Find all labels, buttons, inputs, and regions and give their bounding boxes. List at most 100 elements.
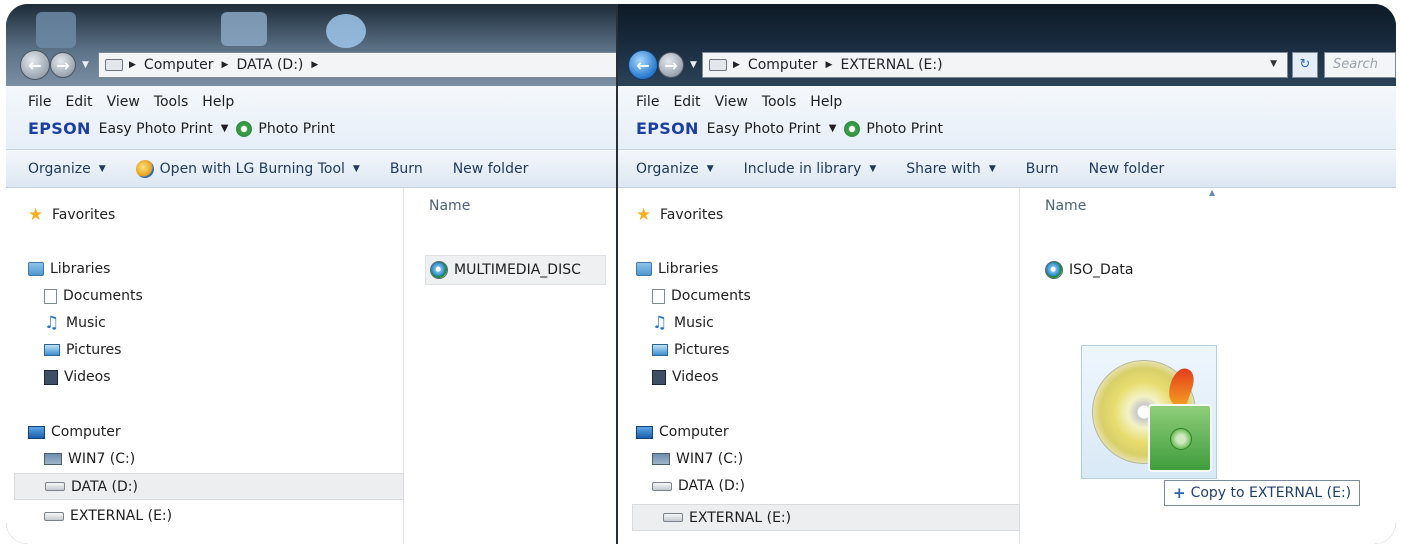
explorer-window-right: ← → ▼ ▶ Computer ▶ EXTERNAL (E:) ▼ ↻ Sea… (618, 4, 1396, 544)
breadcrumb-item[interactable]: EXTERNAL (E:) (840, 57, 942, 73)
nav-documents[interactable]: Documents (44, 288, 143, 304)
menu-tools[interactable]: Tools (762, 94, 797, 110)
nav-label: Libraries (658, 261, 719, 277)
organize-button[interactable]: Organize ▼ (636, 161, 714, 177)
navigation-pane: ★ Favorites Libraries Documents ♫ Music Pi… (618, 188, 1020, 544)
nav-videos[interactable]: Videos (652, 369, 719, 385)
new-folder-button[interactable]: New folder (1089, 161, 1165, 177)
photo-print-icon (844, 120, 861, 137)
drive-icon (45, 482, 65, 491)
disc-image-icon (1045, 261, 1063, 279)
burn-button[interactable]: Burn (1026, 161, 1059, 177)
search-input[interactable]: Search (1324, 52, 1396, 78)
breadcrumb-chevron-icon[interactable]: ▶ (826, 60, 833, 70)
breadcrumb-chevron-icon[interactable]: ▶ (733, 60, 740, 70)
include-in-library-button[interactable]: Include in library ▼ (744, 161, 877, 177)
menu-edit[interactable]: Edit (65, 94, 92, 110)
nav-pictures[interactable]: Pictures (44, 342, 121, 358)
burn-button[interactable]: Burn (390, 161, 423, 177)
breadcrumb-item[interactable]: DATA (D:) (236, 57, 303, 73)
command-bar: Organize ▼ Open with LG Burning Tool ▼ Bur… (6, 150, 616, 188)
file-item[interactable]: ISO_Data (1045, 261, 1133, 279)
organize-button[interactable]: Organize ▼ (28, 161, 106, 177)
nav-videos[interactable]: Videos (44, 369, 111, 385)
nav-favorites[interactable]: ★ Favorites (636, 206, 723, 224)
breadcrumb-item[interactable]: Computer (748, 57, 818, 73)
address-bar[interactable]: ▶ Computer ▶ DATA (D:) ▶ (98, 52, 616, 78)
nav-libraries[interactable]: Libraries (636, 261, 718, 277)
nav-music[interactable]: ♫ Music (652, 313, 714, 333)
breadcrumb-item[interactable]: Computer (144, 57, 214, 73)
drag-preview (1081, 345, 1217, 479)
menu-help[interactable]: Help (810, 94, 842, 110)
chevron-down-icon[interactable]: ▼ (829, 123, 837, 134)
nav-label: Videos (64, 369, 111, 385)
nav-music[interactable]: ♫ Music (44, 315, 106, 332)
back-button[interactable]: ← (20, 50, 50, 80)
new-folder-button[interactable]: New folder (453, 161, 529, 177)
photo-print-button[interactable]: Photo Print (258, 121, 335, 137)
nav-pictures[interactable]: Pictures (652, 342, 729, 358)
windows-drive-icon (652, 453, 670, 465)
nav-label: WIN7 (C:) (68, 451, 136, 467)
share-with-button[interactable]: Share with ▼ (906, 161, 995, 177)
nav-drive-e[interactable]: EXTERNAL (E:) (632, 504, 1020, 531)
recent-pages-dropdown-icon[interactable]: ▼ (82, 60, 89, 70)
menu-view[interactable]: View (715, 94, 748, 110)
menu-view[interactable]: View (107, 94, 140, 110)
nav-libraries[interactable]: Libraries (28, 261, 110, 277)
drive-icon (44, 511, 64, 521)
chevron-down-icon[interactable]: ▼ (221, 123, 229, 134)
easy-photo-print-button[interactable]: Easy Photo Print (707, 121, 821, 137)
nav-computer[interactable]: Computer (636, 424, 729, 440)
nav-label: DATA (D:) (678, 478, 745, 494)
breadcrumb-chevron-icon[interactable]: ▶ (311, 60, 318, 70)
chevron-down-icon: ▼ (988, 163, 996, 174)
share-label: Share with (906, 160, 981, 177)
address-bar[interactable]: ▶ Computer ▶ EXTERNAL (E:) ▼ (702, 52, 1288, 78)
open-with-button[interactable]: Open with LG Burning Tool ▼ (135, 159, 360, 178)
navigation-pane: ★ Favorites Libraries Documents ♫ Music Pi… (6, 188, 404, 544)
epson-logo: EPSON (636, 119, 699, 138)
nav-label: DATA (D:) (71, 478, 138, 495)
menu-help[interactable]: Help (202, 94, 234, 110)
organize-label: Organize (28, 160, 91, 177)
photo-print-button[interactable]: Photo Print (866, 121, 943, 137)
nav-computer[interactable]: Computer (28, 424, 121, 440)
chevron-down-icon: ▼ (98, 163, 106, 174)
refresh-button[interactable]: ↻ (1292, 52, 1318, 78)
nav-label: Videos (672, 369, 719, 385)
file-item[interactable]: MULTIMEDIA_DISC (425, 255, 606, 285)
forward-button[interactable]: → (658, 52, 684, 78)
documents-icon (652, 288, 665, 304)
menu-file[interactable]: File (28, 94, 51, 110)
menu-file[interactable]: File (636, 94, 659, 110)
name-column-header[interactable]: Name (429, 198, 470, 214)
drag-copy-tooltip: + Copy to EXTERNAL (E:) (1164, 480, 1361, 506)
nav-label: Computer (51, 424, 121, 440)
breadcrumb-chevron-icon[interactable]: ▶ (129, 60, 136, 70)
nav-documents[interactable]: Documents (652, 288, 751, 304)
music-icon: ♫ (652, 313, 668, 333)
nav-favorites[interactable]: ★ Favorites (28, 206, 115, 224)
name-column-header[interactable]: Name (1045, 198, 1086, 214)
menu-edit[interactable]: Edit (673, 94, 700, 110)
nav-drive-e[interactable]: EXTERNAL (E:) (44, 508, 172, 524)
menu-tools[interactable]: Tools (154, 94, 189, 110)
lg-burning-tool-icon (135, 159, 154, 178)
nav-drive-c[interactable]: WIN7 (C:) (44, 451, 135, 467)
address-dropdown-icon[interactable]: ▼ (1270, 59, 1277, 69)
desktop-background (221, 12, 267, 46)
file-name: ISO_Data (1069, 262, 1134, 278)
nav-drive-d[interactable]: DATA (D:) (14, 473, 404, 500)
recent-pages-dropdown-icon[interactable]: ▼ (690, 60, 697, 70)
forward-button[interactable]: → (50, 52, 76, 78)
easy-photo-print-button[interactable]: Easy Photo Print (99, 121, 213, 137)
title-bar: ← → ▼ ▶ Computer ▶ DATA (D:) ▶ (6, 4, 616, 86)
epson-toolbar: EPSON Easy Photo Print ▼ Photo Print (636, 119, 943, 138)
nav-drive-c[interactable]: WIN7 (C:) (652, 451, 743, 467)
back-button[interactable]: ← (628, 50, 658, 80)
organize-label: Organize (636, 160, 699, 177)
breadcrumb-chevron-icon[interactable]: ▶ (222, 60, 229, 70)
nav-drive-d[interactable]: DATA (D:) (652, 478, 745, 494)
